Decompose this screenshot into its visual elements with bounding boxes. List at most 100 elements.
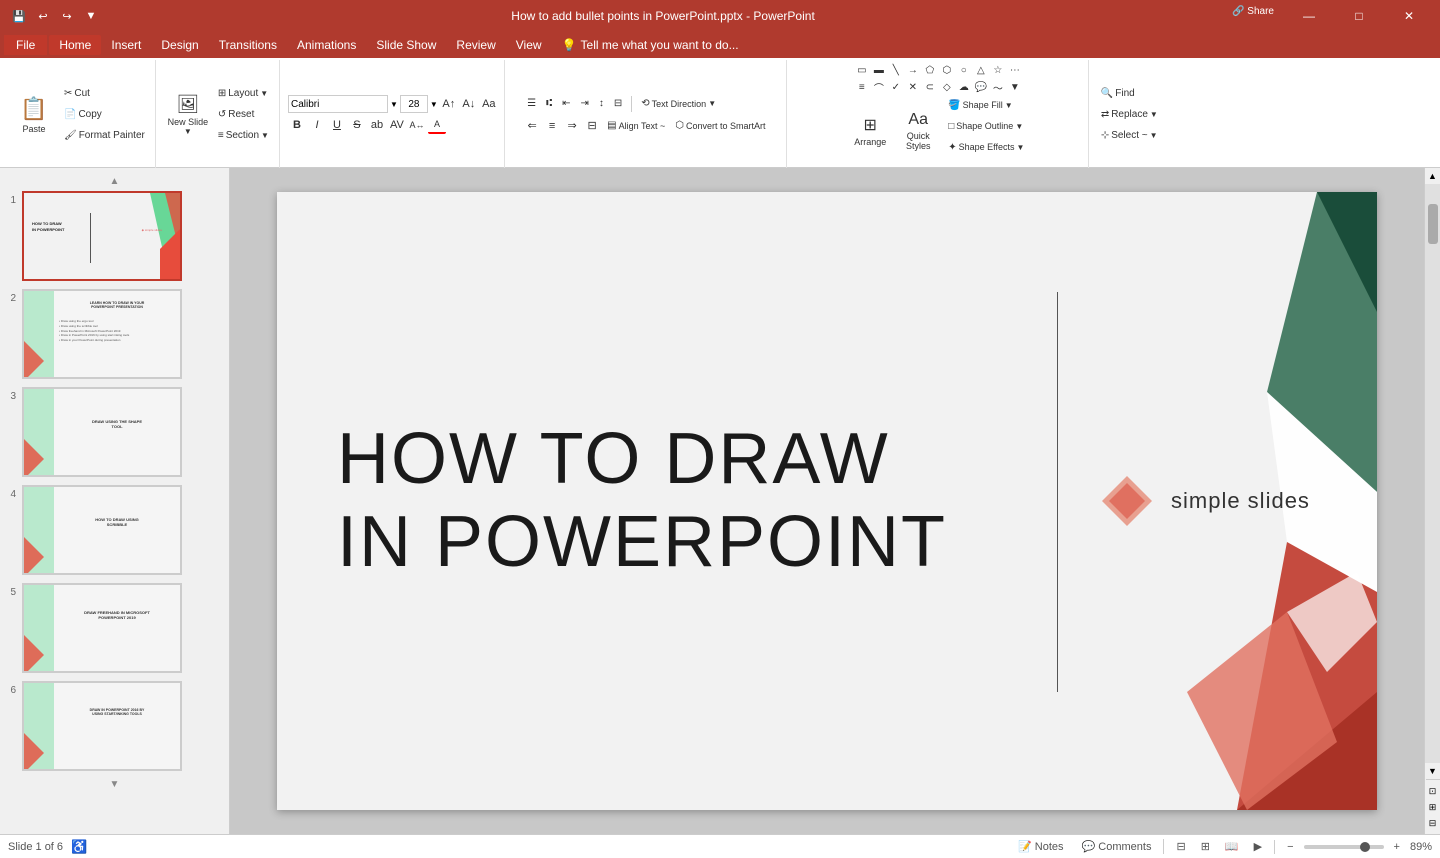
- panel-scroll-up[interactable]: ▲: [4, 176, 225, 187]
- layout-button[interactable]: ⊞ Layout ▼: [214, 84, 273, 104]
- font-size-input[interactable]: [400, 95, 428, 113]
- cut-button[interactable]: ✂ Cut: [60, 84, 149, 104]
- shape-cross[interactable]: ✕: [905, 79, 921, 95]
- zoom-slider[interactable]: [1304, 845, 1384, 849]
- italic-button[interactable]: I: [308, 116, 326, 134]
- menu-file[interactable]: File: [4, 35, 47, 55]
- font-name-input[interactable]: [288, 95, 388, 113]
- spacing-button[interactable]: AV: [388, 116, 406, 134]
- convert-smartart-button[interactable]: ⬡ Convert to SmartArt: [671, 116, 769, 136]
- select-button[interactable]: ⊹ Select ~ ▼: [1097, 126, 1162, 146]
- shape-down[interactable]: ▼: [1007, 79, 1023, 95]
- menu-animations[interactable]: Animations: [287, 35, 366, 55]
- menu-insert[interactable]: Insert: [101, 35, 151, 55]
- slide-thumb-5[interactable]: DRAW FREEHAND IN MICROSOFTPOWERPOINT 201…: [22, 583, 182, 673]
- clear-format-button[interactable]: Aa: [480, 95, 498, 113]
- slide-thumb-6[interactable]: DRAW IN POWERPOINT 2016 BYUSING START/IN…: [22, 681, 182, 771]
- paste-button[interactable]: 📋 Paste: [10, 79, 58, 151]
- section-button[interactable]: ≡ Section ▼: [214, 126, 273, 146]
- new-slide-button[interactable]: 🖼 New Slide ▼: [164, 79, 212, 151]
- slide-thumb-3[interactable]: DRAW USING THE SHAPETOOL: [22, 387, 182, 477]
- scroll-down-btn[interactable]: ▼: [1425, 763, 1440, 779]
- slide-item-4[interactable]: 4 HOW TO DRAW USINGSCRIBBLE: [4, 485, 225, 575]
- shape-rect[interactable]: ▭: [854, 62, 870, 78]
- scroll-down-icon[interactable]: ▼: [110, 779, 120, 790]
- slide-thumb-4[interactable]: HOW TO DRAW USINGSCRIBBLE: [22, 485, 182, 575]
- scroll-track[interactable]: [1425, 184, 1440, 763]
- scroll-thumb[interactable]: [1428, 204, 1438, 244]
- shape-hex[interactable]: ⬡: [939, 62, 955, 78]
- shape-star[interactable]: ☆: [990, 62, 1006, 78]
- shape-circle[interactable]: ○: [956, 62, 972, 78]
- shape-check[interactable]: ✓: [888, 79, 904, 95]
- shape-rect2[interactable]: ▬: [871, 62, 887, 78]
- line-spacing-button[interactable]: ↕: [595, 94, 608, 114]
- shape-callout[interactable]: 💬: [973, 79, 989, 95]
- shape-curve[interactable]: ⌒: [871, 79, 887, 95]
- columns-button[interactable]: ⊟: [610, 94, 626, 114]
- increase-indent-button[interactable]: ⇥: [577, 94, 593, 114]
- align-text-button[interactable]: ▤ Align Text ~: [603, 116, 669, 136]
- slide-item-3[interactable]: 3 DRAW USING THE SHAPETOOL: [4, 387, 225, 477]
- shape-triangle[interactable]: △: [973, 62, 989, 78]
- slide-title-area[interactable]: HOW TO DRAW IN POWERPOINT: [337, 418, 1017, 584]
- decrease-indent-button[interactable]: ⇤: [558, 94, 574, 114]
- main-slide-canvas[interactable]: HOW TO DRAW IN POWERPOINT simple slides: [277, 192, 1377, 810]
- align-right-button[interactable]: ⇒: [563, 117, 581, 135]
- menu-view[interactable]: View: [506, 35, 552, 55]
- shape-fill-button[interactable]: 🪣 Shape Fill ▼: [944, 95, 1028, 115]
- shape-arrow[interactable]: →: [905, 62, 921, 78]
- decrease-font-button[interactable]: A↓: [460, 95, 478, 113]
- undo-button[interactable]: ↩: [32, 5, 54, 27]
- bold-button[interactable]: B: [288, 116, 306, 134]
- shape-cloud[interactable]: ☁: [956, 79, 972, 95]
- zoom-thumb[interactable]: [1360, 842, 1370, 852]
- shape-pentagon[interactable]: ⬠: [922, 62, 938, 78]
- zoom-out-btn[interactable]: ⊟: [1426, 816, 1440, 830]
- zoom-in-status-button[interactable]: +: [1388, 840, 1406, 854]
- slide-item-6[interactable]: 6 DRAW IN POWERPOINT 2016 BYUSING START/…: [4, 681, 225, 771]
- quick-styles-button[interactable]: Aa Quick Styles: [896, 95, 940, 167]
- reset-button[interactable]: ↺ Reset: [214, 105, 273, 125]
- share-button[interactable]: 🔗 Share: [1224, 0, 1282, 22]
- zoom-in-btn[interactable]: ⊞: [1426, 800, 1440, 814]
- slide-thumb-1[interactable]: HOW TO DRAWIN POWERPOINT ◆ simple slides: [22, 191, 182, 281]
- shape-eq[interactable]: ≡: [854, 79, 870, 95]
- close-button[interactable]: ✕: [1386, 0, 1432, 32]
- slide-item-1[interactable]: 1 HOW TO DRAWIN POWERPOINT ◆ simple slid…: [4, 191, 225, 281]
- normal-view-button[interactable]: ⊟: [1170, 839, 1191, 854]
- copy-button[interactable]: 📄 Copy: [60, 105, 149, 125]
- increase-font-button[interactable]: A↑: [440, 95, 458, 113]
- shape-bracket[interactable]: ⊂: [922, 79, 938, 95]
- slideshow-button[interactable]: ▶: [1248, 839, 1268, 854]
- comments-button[interactable]: 💬 Comments: [1076, 839, 1158, 854]
- menu-tell-me[interactable]: 💡 Tell me what you want to do...: [552, 35, 749, 55]
- shape-flow[interactable]: ◇: [939, 79, 955, 95]
- text-direction-button[interactable]: ⟲ Text Direction ▼: [637, 94, 720, 114]
- shape-effects-button[interactable]: ✦ Shape Effects ▼: [944, 137, 1028, 157]
- scroll-up-icon[interactable]: ▲: [110, 176, 120, 187]
- numbered-list-button[interactable]: ⑆: [542, 94, 556, 114]
- bullets-button[interactable]: ☰: [523, 94, 540, 114]
- shape-more[interactable]: ⋯: [1007, 62, 1023, 78]
- align-left-button[interactable]: ⇐: [523, 117, 541, 135]
- panel-scroll-down[interactable]: ▼: [4, 779, 225, 790]
- canvas-area[interactable]: HOW TO DRAW IN POWERPOINT simple slides: [230, 168, 1424, 834]
- align-center-button[interactable]: ≡: [543, 117, 561, 135]
- customize-qa-button[interactable]: ▼: [80, 5, 102, 27]
- vertical-scrollbar[interactable]: ▲ ▼ ⊡ ⊞ ⊟: [1424, 168, 1440, 834]
- arrange-button[interactable]: ⊞ Arrange: [848, 95, 892, 167]
- reading-view-button[interactable]: 📖: [1219, 839, 1245, 854]
- underline-button[interactable]: U: [328, 116, 346, 134]
- save-button[interactable]: 💾: [8, 5, 30, 27]
- font-color-button[interactable]: A: [428, 116, 446, 134]
- notes-button[interactable]: 📝 Notes: [1012, 839, 1070, 854]
- menu-slideshow[interactable]: Slide Show: [366, 35, 446, 55]
- fit-page-btn[interactable]: ⊡: [1426, 784, 1440, 798]
- shape-wave[interactable]: 〜: [990, 79, 1006, 95]
- slide-thumb-2[interactable]: LEARN HOW TO DRAW IN YOURPOWERPOINT PRES…: [22, 289, 182, 379]
- shape-outline-button[interactable]: □ Shape Outline ▼: [944, 116, 1028, 136]
- slide-item-5[interactable]: 5 DRAW FREEHAND IN MICROSOFTPOWERPOINT 2…: [4, 583, 225, 673]
- format-painter-button[interactable]: 🖌 Format Painter: [60, 126, 149, 146]
- slide-panel[interactable]: ▲ 1 HOW TO DRAWIN POWERPOINT: [0, 168, 230, 834]
